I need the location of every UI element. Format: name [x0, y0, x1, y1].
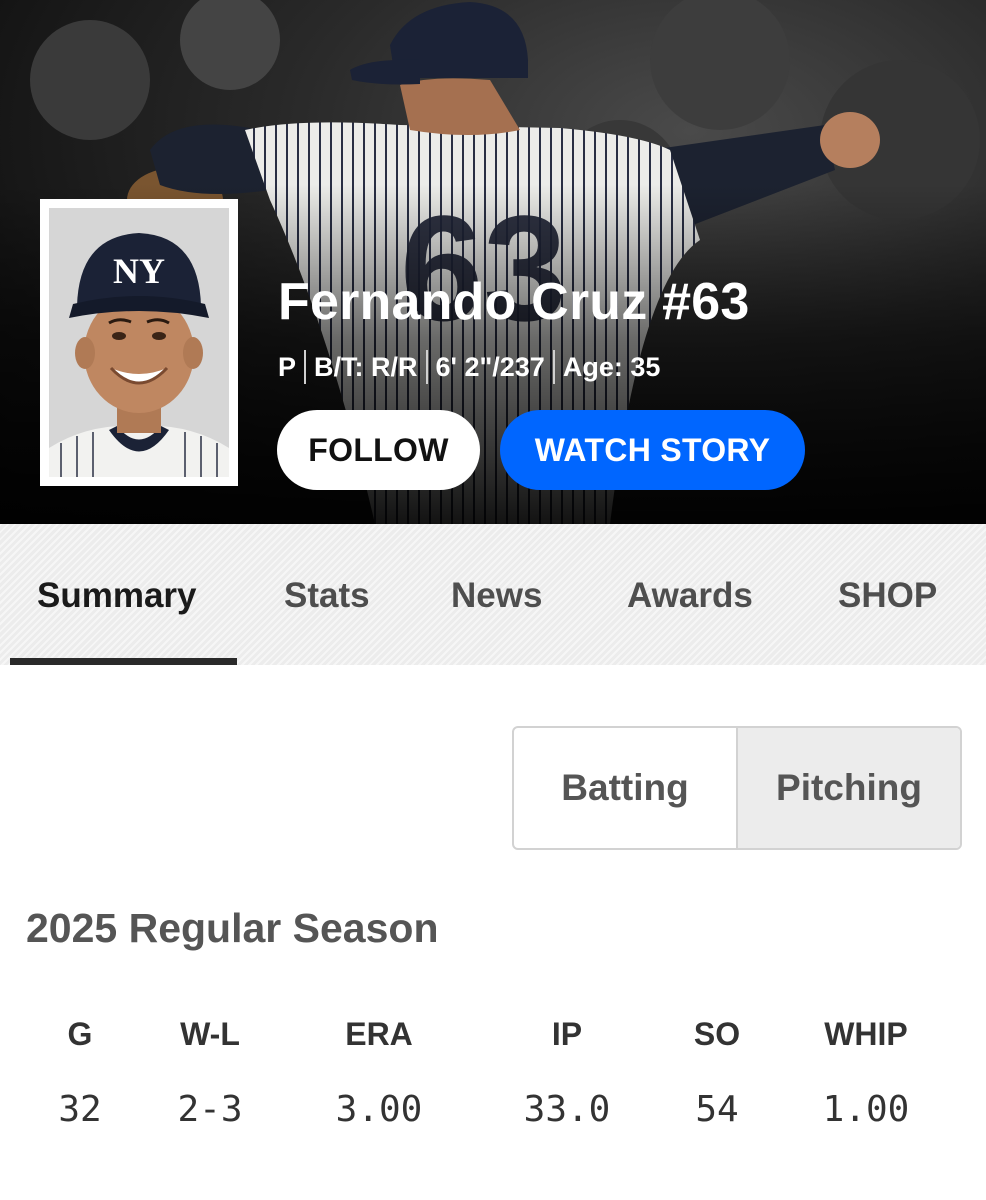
tab-summary[interactable]: Summary	[37, 576, 197, 616]
meta-divider	[425, 350, 428, 384]
player-position: P	[278, 351, 297, 382]
meta-divider	[304, 350, 307, 384]
tab-news[interactable]: News	[451, 576, 542, 616]
stat-column: WHIP 1.00	[786, 1010, 946, 1132]
season-title: 2025 Regular Season	[26, 905, 439, 951]
player-height-weight: 6' 2"/237	[435, 351, 545, 382]
active-tab-indicator	[10, 658, 237, 665]
tab-stats[interactable]: Stats	[284, 576, 370, 616]
hero-banner: 63	[0, 0, 986, 524]
tab-bar: Summary Stats News Awards SHOP	[0, 524, 986, 665]
player-bats-throws: B/T: R/R	[314, 351, 418, 382]
headshot-image: NY	[49, 208, 229, 477]
stat-column: IP 33.0	[487, 1010, 647, 1132]
follow-button[interactable]: FOLLOW	[277, 410, 480, 490]
player-meta: P B/T: R/R 6' 2"/237 Age: 35	[278, 350, 660, 384]
batting-toggle-button[interactable]: Batting	[514, 728, 736, 848]
player-age: Age: 35	[562, 351, 661, 382]
batting-pitching-toggle: Batting Pitching	[512, 726, 962, 850]
stat-column: ERA 3.00	[299, 1010, 459, 1132]
watch-story-button[interactable]: WATCH STORY	[500, 410, 805, 490]
stat-label: ERA	[345, 1016, 413, 1052]
stat-value: 33.0	[523, 1089, 611, 1130]
stat-label: WHIP	[824, 1016, 908, 1052]
cap-logo: NY	[113, 251, 165, 291]
stat-value: 1.00	[822, 1089, 910, 1130]
stat-column: W-L 2-3	[130, 1010, 290, 1132]
tab-awards[interactable]: Awards	[627, 576, 753, 616]
stat-label: IP	[551, 1016, 583, 1052]
player-name: Fernando Cruz #63	[278, 273, 750, 331]
tab-shop[interactable]: SHOP	[838, 576, 937, 616]
stat-label: W-L	[180, 1016, 240, 1052]
stat-value: 3.00	[335, 1089, 423, 1130]
stat-value: 54	[695, 1089, 739, 1130]
stat-label: SO	[693, 1016, 741, 1052]
player-headshot: NY	[40, 199, 238, 486]
stat-column: SO 54	[637, 1010, 797, 1132]
stat-value: 2-3	[177, 1089, 243, 1130]
meta-divider	[552, 350, 555, 384]
pitching-toggle-button[interactable]: Pitching	[736, 728, 960, 848]
